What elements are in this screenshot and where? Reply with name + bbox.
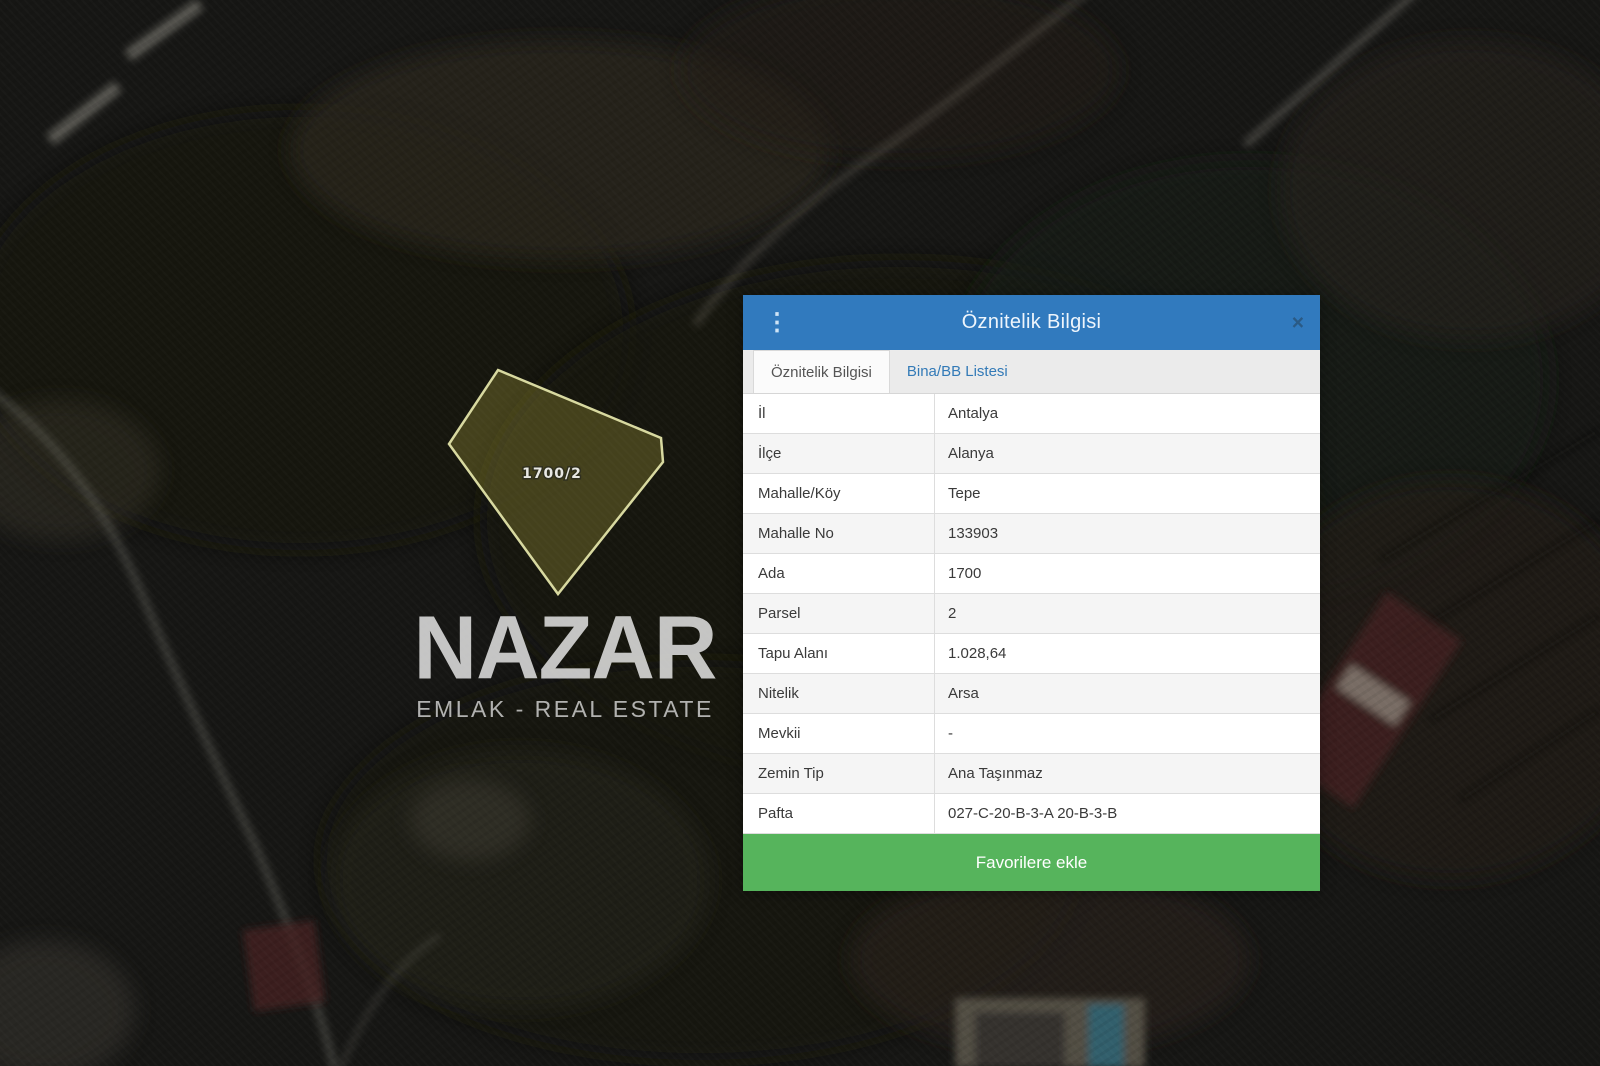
tab-oznitelik-bilgisi[interactable]: Öznitelik Bilgisi [753,350,890,393]
panel-header: ⋮ Öznitelik Bilgisi × [743,295,1320,350]
table-row: Parsel2 [743,594,1320,634]
row-value: 1.028,64 [935,634,1320,673]
table-row: Tapu Alanı1.028,64 [743,634,1320,674]
close-icon[interactable]: × [1292,312,1304,333]
row-value: 027-C-20-B-3-A 20-B-3-B [935,794,1320,833]
table-row: Mahalle No133903 [743,514,1320,554]
row-value: Ana Taşınmaz [935,754,1320,793]
map-view[interactable]: 1700/2 NAZAR EMLAK - REAL ESTATE ⋮ Öznit… [0,0,1600,1066]
table-row: Pafta027-C-20-B-3-A 20-B-3-B [743,794,1320,834]
row-label: Ada [743,554,935,593]
table-row: Zemin TipAna Taşınmaz [743,754,1320,794]
row-value: Alanya [935,434,1320,473]
row-value: 133903 [935,514,1320,553]
row-value: - [935,714,1320,753]
tab-bina-bb-listesi[interactable]: Bina/BB Listesi [890,350,1025,393]
row-label: Mahalle/Köy [743,474,935,513]
favorite-button[interactable]: Favorilere ekle [743,834,1320,891]
row-label: Parsel [743,594,935,633]
row-label: Mevkii [743,714,935,753]
row-label: Zemin Tip [743,754,935,793]
row-value: 1700 [935,554,1320,593]
row-value: 2 [935,594,1320,633]
row-label: Pafta [743,794,935,833]
row-value: Antalya [935,394,1320,433]
table-row: Mevkii- [743,714,1320,754]
row-label: İlçe [743,434,935,473]
row-label: Mahalle No [743,514,935,553]
table-row: Mahalle/KöyTepe [743,474,1320,514]
row-label: Tapu Alanı [743,634,935,673]
panel-title: Öznitelik Bilgisi [743,311,1320,334]
row-value: Tepe [935,474,1320,513]
row-label: Nitelik [743,674,935,713]
table-row: İlAntalya [743,394,1320,434]
tab-bar: Öznitelik BilgisiBina/BB Listesi [743,350,1320,394]
row-value: Arsa [935,674,1320,713]
attribute-panel: ⋮ Öznitelik Bilgisi × Öznitelik BilgisiB… [743,295,1320,891]
table-row: NitelikArsa [743,674,1320,714]
row-label: İl [743,394,935,433]
attribute-table: İlAntalyaİlçeAlanyaMahalle/KöyTepeMahall… [743,394,1320,834]
table-row: Ada1700 [743,554,1320,594]
table-row: İlçeAlanya [743,434,1320,474]
